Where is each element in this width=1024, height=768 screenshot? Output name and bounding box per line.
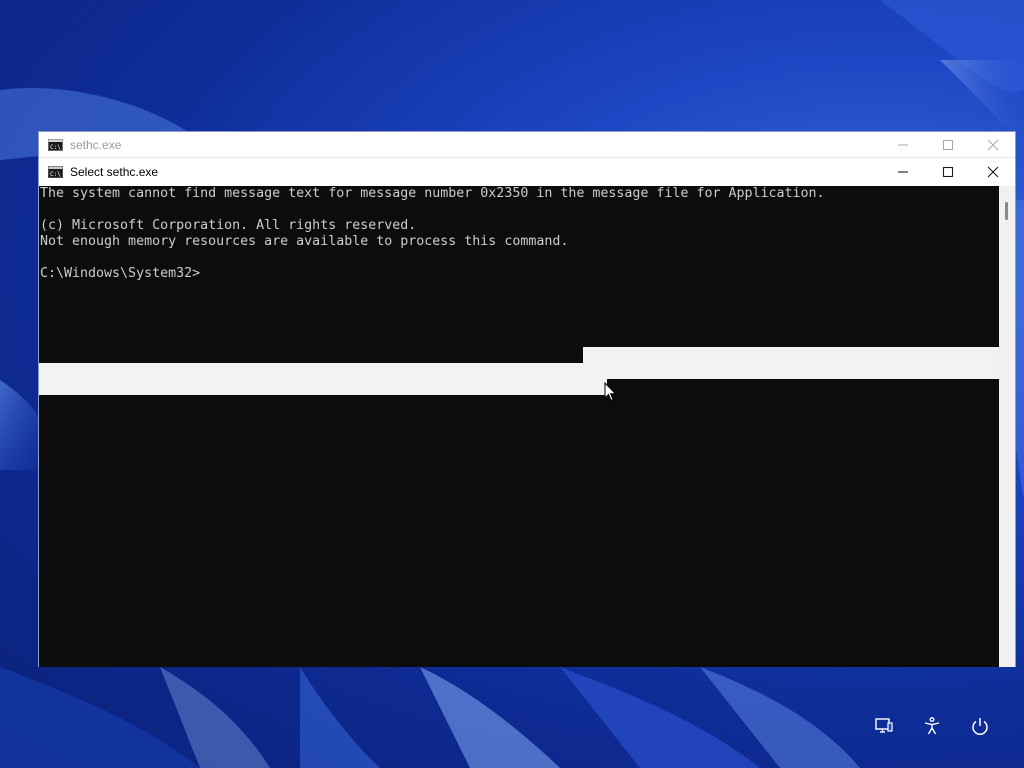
svg-text:C:\: C:\: [50, 171, 61, 178]
close-icon: [987, 166, 998, 178]
console-output-area[interactable]: The system cannot find message text for …: [39, 186, 999, 667]
console-line: (c) Microsoft Corporation. All rights re…: [40, 218, 417, 233]
minimize-button[interactable]: [880, 159, 925, 186]
background-close-button[interactable]: [970, 131, 1015, 158]
selection-highlight: [583, 347, 999, 379]
console-window-titlebar[interactable]: C:\ Select sethc.exe: [39, 158, 1015, 186]
scrollbar-thumb[interactable]: [1005, 202, 1008, 220]
background-minimize-button[interactable]: [880, 131, 925, 158]
accessibility-icon: [924, 717, 940, 735]
console-icon: C:\: [48, 166, 63, 178]
maximize-button[interactable]: [925, 159, 970, 186]
console-icon: C:\: [48, 138, 63, 151]
console-prompt: C:\Windows\System32>: [40, 266, 201, 281]
mouse-pointer-icon: [604, 382, 617, 402]
background-maximize-button[interactable]: [925, 131, 970, 158]
console-window[interactable]: C:\ Select sethc.exe The system cannot f…: [38, 158, 1016, 667]
network-button[interactable]: [871, 713, 897, 739]
accessibility-button[interactable]: [919, 713, 945, 739]
power-icon: [972, 718, 988, 735]
console-scrollbar[interactable]: [999, 186, 1015, 667]
close-button[interactable]: [970, 159, 1015, 186]
maximize-icon: [942, 166, 953, 178]
svg-text:C:\: C:\: [50, 144, 61, 151]
minimize-icon: [897, 171, 908, 173]
console-window-title: Select sethc.exe: [70, 165, 159, 179]
console-text: The system cannot find message text for …: [40, 186, 825, 282]
network-icon: [875, 718, 893, 733]
selection-highlight: [39, 363, 607, 395]
background-window-titlebar[interactable]: C:\ sethc.exe: [39, 132, 1015, 158]
close-icon: [987, 139, 998, 150]
power-button[interactable]: [967, 713, 993, 739]
minimize-icon: [897, 144, 908, 145]
background-window-title: sethc.exe: [70, 137, 122, 152]
maximize-icon: [942, 139, 953, 150]
console-line: Not enough memory resources are availabl…: [40, 234, 569, 249]
console-line: The system cannot find message text for …: [40, 186, 825, 201]
